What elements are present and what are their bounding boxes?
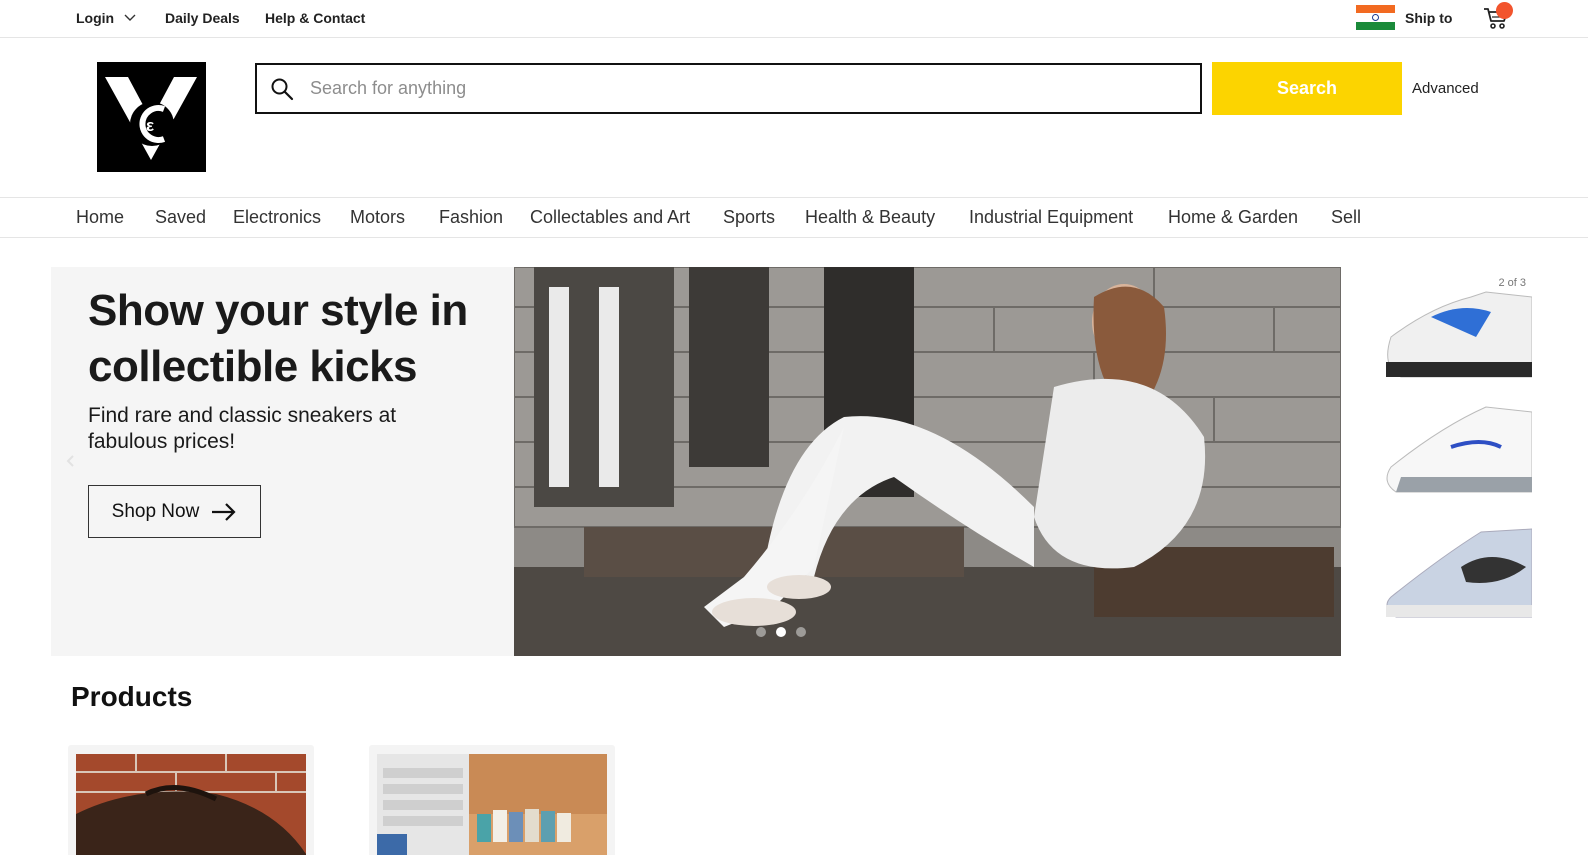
- advanced-search-link[interactable]: Advanced: [1412, 80, 1479, 97]
- slide-counter: 2 of 3: [1498, 277, 1526, 289]
- category-collectables[interactable]: Collectables and Art: [530, 207, 690, 228]
- search-input[interactable]: [310, 78, 1170, 99]
- carousel-dot-2[interactable]: [776, 627, 786, 637]
- shop-now-label: Shop Now: [111, 500, 200, 522]
- site-header: ε Search Advanced: [0, 38, 1588, 198]
- arrow-right-icon: [212, 502, 236, 521]
- cart-badge: [1496, 2, 1513, 19]
- daily-deals-link[interactable]: Daily Deals: [165, 10, 240, 26]
- category-home-garden[interactable]: Home & Garden: [1168, 207, 1298, 228]
- logo-mark: ε: [97, 62, 206, 172]
- carousel-dot-3[interactable]: [796, 627, 806, 637]
- product-image: [377, 754, 607, 855]
- category-sell[interactable]: Sell: [1331, 207, 1361, 228]
- shop-now-button[interactable]: Shop Now: [88, 485, 261, 538]
- category-sports[interactable]: Sports: [723, 207, 775, 228]
- category-saved[interactable]: Saved: [155, 207, 206, 228]
- india-flag-icon[interactable]: [1356, 5, 1395, 30]
- category-home[interactable]: Home: [76, 207, 124, 228]
- login-label: Login: [76, 10, 115, 26]
- svg-text:ε: ε: [146, 116, 154, 135]
- chevron-down-icon: [124, 14, 136, 21]
- category-nav: Home Saved Electronics Motors Fashion Co…: [0, 198, 1588, 238]
- category-industrial[interactable]: Industrial Equipment: [969, 207, 1133, 228]
- category-electronics[interactable]: Electronics: [233, 207, 321, 228]
- hero-subtitle: Find rare and classic sneakers at fabulo…: [88, 404, 397, 453]
- product-image: [76, 754, 306, 855]
- hero-title: Show your style in collectible kicks: [88, 286, 468, 391]
- top-utility-bar: Login Daily Deals Help & Contact Ship to: [0, 0, 1588, 38]
- hero-sneakers-panel: 2 of 3: [1341, 267, 1532, 656]
- search-box[interactable]: [255, 63, 1202, 114]
- product-card[interactable]: [68, 745, 314, 855]
- login-menu[interactable]: Login: [76, 10, 136, 26]
- ship-to-link[interactable]: Ship to: [1405, 10, 1452, 26]
- help-contact-link[interactable]: Help & Contact: [265, 10, 365, 26]
- previous-slide-icon[interactable]: [65, 455, 77, 467]
- product-card[interactable]: [369, 745, 615, 855]
- search-button[interactable]: Search: [1212, 62, 1402, 115]
- hero-image: [514, 267, 1341, 656]
- carousel-dot-1[interactable]: [756, 627, 766, 637]
- products-heading: Products: [71, 681, 193, 712]
- category-motors[interactable]: Motors: [350, 207, 405, 228]
- carousel-dots: [756, 627, 806, 637]
- search-icon: [271, 78, 294, 100]
- category-health-beauty[interactable]: Health & Beauty: [805, 207, 935, 228]
- site-logo[interactable]: ε: [97, 62, 206, 172]
- category-fashion[interactable]: Fashion: [439, 207, 503, 228]
- hero-carousel: Show your style in collectible kicks Fin…: [51, 267, 1532, 656]
